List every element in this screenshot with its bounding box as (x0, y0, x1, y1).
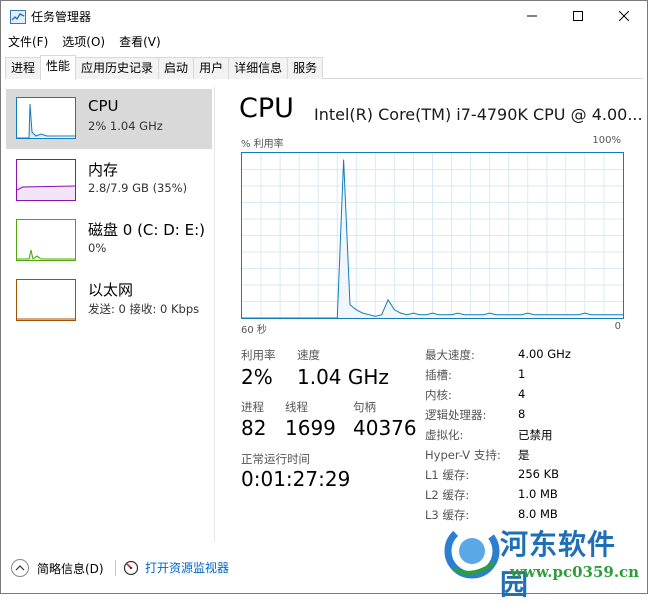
graph-axis-left: 60 秒 (241, 325, 267, 336)
maximize-icon (573, 11, 583, 21)
utilization-label: 利用率 (241, 348, 276, 362)
cpu-utilization-graph (241, 152, 624, 319)
minimize-icon (527, 15, 537, 17)
cpu-graph-svg (242, 153, 623, 319)
ethernet-thumbnail-graph (16, 279, 76, 321)
resource-monitor-icon (123, 560, 139, 575)
menu-file[interactable]: 文件(F) (1, 32, 55, 52)
fewer-details-label: 简略信息(D) (37, 561, 104, 576)
footer-separator (115, 560, 116, 576)
watermark-emblem-icon (444, 523, 500, 579)
tab-users[interactable]: 用户 (193, 57, 230, 79)
resource-name: 磁盘 0 (C: D: E:) (88, 221, 205, 239)
watermark-logo: 河东软件园 www.pc0359.cn (444, 521, 644, 601)
spec-value-hyperv: 是 (518, 448, 530, 462)
threads-label: 线程 (285, 400, 308, 414)
menu-bar: 文件(F) 选项(O) 查看(V) (1, 32, 168, 52)
minimize-button[interactable] (509, 1, 555, 31)
tab-app-history[interactable]: 应用历史记录 (75, 57, 160, 79)
handles-value: 40376 (353, 416, 417, 440)
resource-item-cpu[interactable]: CPU 2% 1.04 GHz (6, 89, 212, 149)
resource-item-memory[interactable]: 内存 2.8/7.9 GB (35%) (6, 151, 212, 211)
resource-item-disk[interactable]: 磁盘 0 (C: D: E:) 0% (6, 211, 212, 271)
resource-name: 以太网 (88, 281, 134, 299)
graph-label-max: 100% (592, 135, 621, 146)
speed-label: 速度 (297, 348, 320, 362)
resource-detail: 2.8/7.9 GB (35%) (88, 181, 188, 195)
resource-detail: 发送: 0 接收: 0 Kbps (88, 302, 200, 316)
processes-label: 进程 (241, 400, 264, 414)
spec-label-virtualization: 虚拟化: (425, 428, 464, 442)
handles-label: 句柄 (353, 400, 376, 414)
spec-value-max-speed: 4.00 GHz (518, 347, 571, 361)
fewer-details-button[interactable]: 简略信息(D) (11, 559, 104, 577)
task-manager-icon (10, 10, 26, 24)
spec-value-logical-processors: 8 (518, 407, 526, 421)
tab-bar: 进程 性能 应用历史记录 启动 用户 详细信息 服务 (5, 55, 643, 80)
speed-value: 1.04 GHz (297, 365, 389, 389)
window-title: 任务管理器 (31, 10, 92, 24)
maximize-button[interactable] (555, 1, 601, 31)
spec-label-hyperv: Hyper-V 支持: (425, 448, 501, 462)
cpu-model-name: Intel(R) Core(TM) i7-4790K CPU @ 4.00... (314, 105, 643, 124)
menu-options[interactable]: 选项(O) (55, 32, 112, 52)
close-button[interactable] (601, 1, 647, 31)
resource-detail: 2% 1.04 GHz (88, 119, 163, 133)
open-resource-monitor-link[interactable]: 打开资源监视器 (123, 559, 229, 576)
tab-processes[interactable]: 进程 (5, 57, 42, 79)
spec-value-l3-cache: 8.0 MB (518, 507, 558, 521)
spec-value-l2-cache: 1.0 MB (518, 487, 558, 501)
uptime-label: 正常运行时间 (241, 452, 310, 466)
spec-label-sockets: 插槽: (425, 368, 452, 382)
spec-label-logical-processors: 逻辑处理器: (425, 408, 487, 422)
spec-value-sockets: 1 (518, 367, 526, 381)
threads-value: 1699 (285, 416, 336, 440)
task-manager-window: 任务管理器 文件(F) 选项(O) 查看(V) 进程 性能 应用历史记录 启动 … (0, 0, 648, 601)
memory-thumbnail-graph (16, 159, 76, 201)
spec-value-virtualization: 已禁用 (518, 428, 553, 442)
chevron-up-icon (11, 559, 29, 577)
spec-value-cores: 4 (518, 387, 526, 401)
spec-label-max-speed: 最大速度: (425, 348, 475, 362)
detail-title: CPU (239, 93, 294, 124)
menu-view[interactable]: 查看(V) (112, 32, 168, 52)
graph-label-utilization: % 利用率 (241, 139, 284, 150)
spec-label-cores: 内核: (425, 388, 452, 402)
graph-axis-right: 0 (614, 321, 621, 332)
spec-label-l1-cache: L1 缓存: (425, 468, 470, 482)
tab-startup[interactable]: 启动 (158, 57, 195, 79)
resource-name: CPU (88, 97, 119, 115)
uptime-value: 0:01:27:29 (241, 467, 351, 491)
resource-item-ethernet[interactable]: 以太网 发送: 0 接收: 0 Kbps (6, 271, 212, 331)
spec-label-l2-cache: L2 缓存: (425, 488, 470, 502)
tab-details[interactable]: 详细信息 (228, 57, 289, 79)
resource-list: CPU 2% 1.04 GHz 内存 2.8/7.9 GB (35%) 磁盘 0… (6, 87, 213, 547)
disk-thumbnail-graph (16, 219, 76, 261)
resource-detail: 0% (88, 241, 107, 255)
cpu-thumbnail-graph (16, 97, 76, 139)
spec-value-l1-cache: 256 KB (518, 467, 560, 481)
panel-divider (214, 87, 215, 542)
processes-value: 82 (241, 416, 267, 440)
resource-name: 内存 (88, 161, 119, 179)
title-bar[interactable]: 任务管理器 (1, 1, 647, 31)
close-icon (619, 11, 629, 21)
watermark-url: www.pc0359.cn (510, 563, 640, 581)
utilization-value: 2% (241, 365, 273, 389)
tab-performance[interactable]: 性能 (40, 55, 77, 80)
tab-services[interactable]: 服务 (287, 57, 324, 79)
open-resource-monitor-label: 打开资源监视器 (145, 561, 230, 575)
